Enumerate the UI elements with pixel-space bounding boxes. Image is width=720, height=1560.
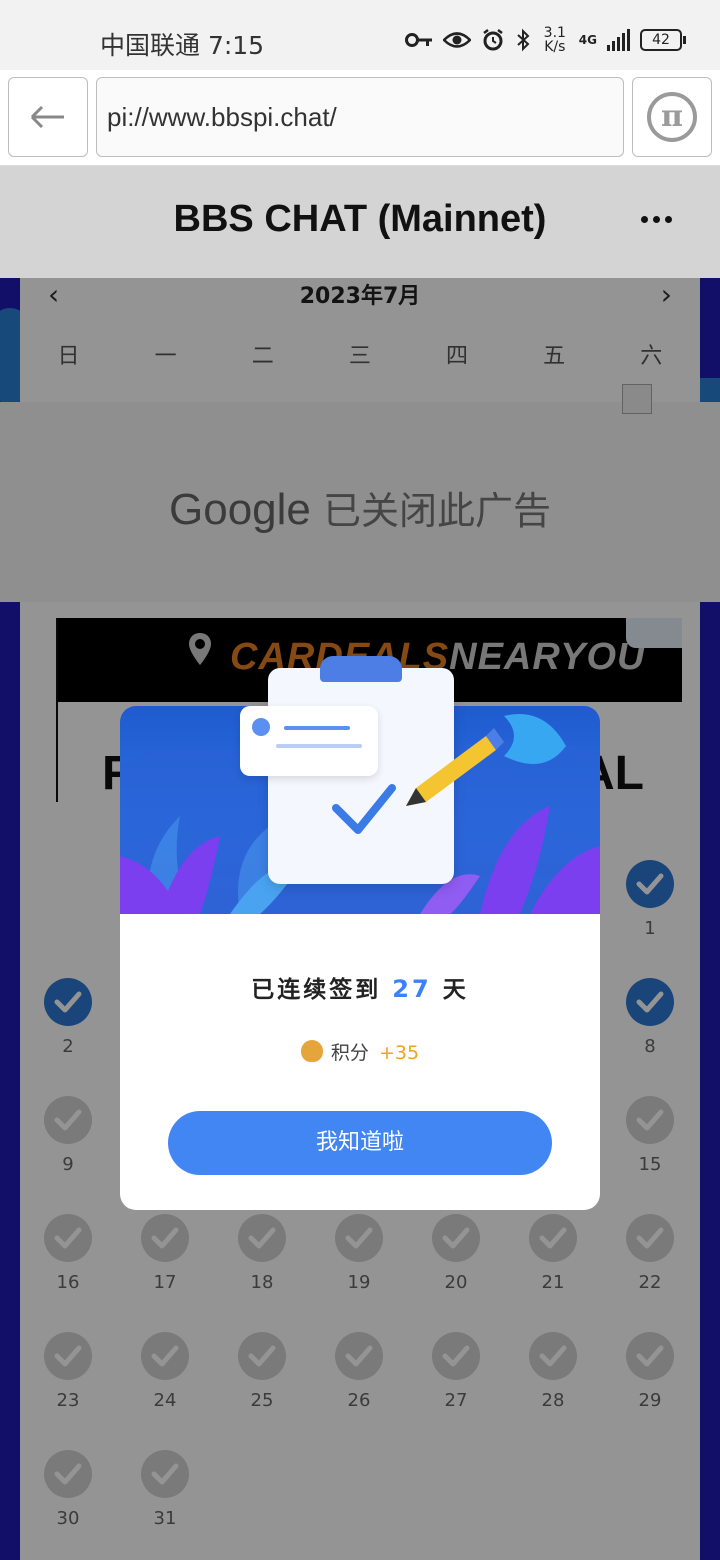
note-card (240, 706, 378, 776)
eye-icon (442, 32, 471, 48)
points-row: 积分 +35 (120, 1038, 600, 1065)
streak-days: 27 (392, 975, 432, 1003)
more-options-icon[interactable] (641, 216, 672, 223)
bluetooth-icon (517, 28, 530, 52)
key-icon (404, 33, 432, 47)
pencil-icon (406, 714, 566, 806)
carrier-time: 中国联通 7:15 (100, 31, 265, 60)
signal-icon (607, 29, 630, 51)
clipboard-clip (320, 656, 402, 682)
network-speed: 3.1 K/s (543, 25, 566, 55)
back-button[interactable] (8, 77, 88, 157)
points-label: 积分 (330, 1042, 369, 1064)
battery-icon: 42 (640, 29, 686, 51)
alarm-icon (483, 29, 503, 51)
arrow-left-icon (30, 105, 64, 129)
money-bag-icon (300, 1040, 323, 1062)
browser-toolbar: pi://www.bbspi.chat/ π (0, 70, 720, 166)
streak-text: 已连续签到 27 天 (251, 975, 469, 1003)
modal-body: 已连续签到 27 天 积分 +35 我知道啦 (120, 914, 600, 1210)
got-it-button[interactable]: 我知道啦 (168, 1111, 552, 1175)
page-title: BBS CHAT (Mainnet) (173, 198, 547, 240)
pi-logo-icon: π (647, 92, 697, 142)
status-icons: 3.1 K/s 4G 42 (404, 25, 686, 55)
status-bar: 中国联通 7:15 3.1 K/s 4G 42 (0, 0, 720, 70)
app-header: BBS CHAT (Mainnet) (0, 166, 720, 278)
pi-browser-button[interactable]: π (632, 77, 712, 157)
url-field[interactable]: pi://www.bbspi.chat/ (96, 77, 624, 157)
points-value: +35 (378, 1042, 420, 1064)
network-type: 4G (578, 33, 597, 47)
